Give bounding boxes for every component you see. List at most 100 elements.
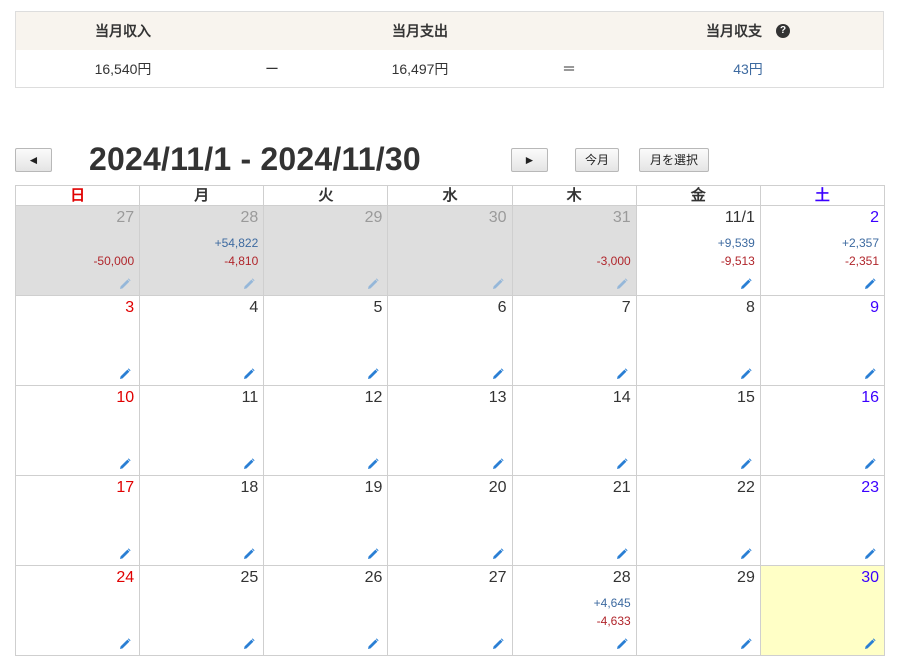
pencil-icon[interactable] xyxy=(243,367,255,379)
pencil-icon[interactable] xyxy=(864,457,876,469)
calendar-day-cell[interactable]: 16 xyxy=(759,385,886,476)
pencil-icon[interactable] xyxy=(367,277,380,289)
day-number: 19 xyxy=(364,479,383,496)
calendar-day-cell[interactable]: 28 +54,822 -4,810 xyxy=(139,205,265,296)
day-expense: -9,513 xyxy=(720,254,755,268)
pencil-icon[interactable] xyxy=(367,547,380,559)
calendar-day-cell[interactable]: 27 -50,000 xyxy=(14,205,141,296)
calendar-day-cell[interactable]: 3 xyxy=(14,295,141,386)
day-number: 23 xyxy=(861,479,879,496)
calendar-day-cell[interactable]: 28 +4,645 -4,633 xyxy=(511,565,637,656)
pencil-icon[interactable] xyxy=(492,277,504,289)
calendar-day-cell[interactable]: 6 xyxy=(387,295,513,386)
date-range-title: 2024/11/1 - 2024/11/30 xyxy=(89,141,421,177)
pencil-icon[interactable] xyxy=(616,457,628,469)
weekday-header: 木 xyxy=(511,185,637,206)
weekday-header-row: 日月火水木金土 xyxy=(14,185,886,206)
pencil-icon[interactable] xyxy=(243,277,255,289)
calendar-day-cell[interactable]: 15 xyxy=(635,385,761,476)
calendar-day-cell[interactable]: 27 xyxy=(387,565,513,656)
calendar-day-cell[interactable]: 18 xyxy=(139,475,265,566)
pencil-icon[interactable] xyxy=(492,367,504,379)
calendar-day-cell[interactable]: 31 -3,000 xyxy=(511,205,637,296)
pencil-icon[interactable] xyxy=(864,367,876,379)
calendar-day-cell[interactable]: 29 xyxy=(635,565,761,656)
pencil-icon[interactable] xyxy=(740,367,752,379)
pencil-icon[interactable] xyxy=(616,547,628,559)
prev-month-button[interactable]: ◄ xyxy=(15,148,52,172)
pencil-icon[interactable] xyxy=(740,457,752,469)
pencil-icon[interactable] xyxy=(740,637,752,649)
calendar-day-cell[interactable]: 5 xyxy=(263,295,389,386)
day-number: 30 xyxy=(861,569,879,586)
pencil-icon[interactable] xyxy=(616,367,628,379)
day-expense: -3,000 xyxy=(596,254,631,268)
day-income: +9,539 xyxy=(717,236,755,250)
pencil-icon[interactable] xyxy=(864,547,876,559)
equals-sign: ＝ xyxy=(562,61,576,77)
pencil-icon[interactable] xyxy=(367,637,380,649)
calendar-day-cell[interactable]: 12 xyxy=(263,385,389,476)
calendar-day-cell[interactable]: 10 xyxy=(14,385,141,476)
pencil-icon[interactable] xyxy=(243,547,255,559)
pencil-icon[interactable] xyxy=(119,367,131,379)
pencil-icon[interactable] xyxy=(492,547,504,559)
calendar-day-cell[interactable]: 30 xyxy=(759,565,886,656)
pencil-icon[interactable] xyxy=(492,637,504,649)
calendar-day-cell[interactable]: 9 xyxy=(759,295,886,386)
question-circle-icon[interactable]: ? xyxy=(776,24,790,39)
calendar-week-row: 10 11 12 13 14 15 16 xyxy=(14,385,886,476)
calendar-day-cell[interactable]: 26 xyxy=(263,565,389,656)
pencil-icon[interactable] xyxy=(367,367,380,379)
pencil-icon[interactable] xyxy=(119,547,131,559)
calendar-day-cell[interactable]: 29 xyxy=(263,205,389,296)
calendar-day-cell[interactable]: 30 xyxy=(387,205,513,296)
pencil-icon[interactable] xyxy=(616,637,628,649)
calendar-day-cell[interactable]: 21 xyxy=(511,475,637,566)
day-number: 22 xyxy=(737,479,755,496)
calendar-day-cell[interactable]: 13 xyxy=(387,385,513,476)
calendar-day-cell[interactable]: 22 xyxy=(635,475,761,566)
calendar-day-cell[interactable]: 17 xyxy=(14,475,141,566)
next-month-button[interactable]: ► xyxy=(511,148,548,172)
day-number: 25 xyxy=(240,569,259,586)
day-number: 27 xyxy=(488,569,507,586)
pencil-icon[interactable] xyxy=(119,457,131,469)
pencil-icon[interactable] xyxy=(119,637,131,649)
this-month-button[interactable]: 今月 xyxy=(575,148,619,172)
pencil-icon[interactable] xyxy=(740,277,752,289)
pencil-icon[interactable] xyxy=(740,547,752,559)
calendar-day-cell[interactable]: 24 xyxy=(14,565,141,656)
calendar-day-cell[interactable]: 25 xyxy=(139,565,265,656)
pencil-icon[interactable] xyxy=(864,277,876,289)
day-number: 20 xyxy=(488,479,507,496)
pencil-icon[interactable] xyxy=(119,277,131,289)
pencil-icon[interactable] xyxy=(243,457,255,469)
calendar-day-cell[interactable]: 14 xyxy=(511,385,637,476)
calendar-day-cell[interactable]: 19 xyxy=(263,475,389,566)
income-header: 当月収入 xyxy=(95,23,151,39)
expense-total: 16,497円 xyxy=(391,61,449,77)
day-number: 2 xyxy=(870,209,879,226)
pencil-icon[interactable] xyxy=(243,637,255,649)
calendar-day-cell[interactable]: 7 xyxy=(511,295,637,386)
day-number: 18 xyxy=(240,479,259,496)
day-income: +54,822 xyxy=(214,236,259,250)
pencil-icon[interactable] xyxy=(492,457,504,469)
calendar-day-cell[interactable]: 11 xyxy=(139,385,265,476)
calendar-day-cell[interactable]: 11/1 +9,539 -9,513 xyxy=(635,205,761,296)
calendar-day-cell[interactable]: 23 xyxy=(759,475,886,566)
weekday-header: 月 xyxy=(139,185,265,206)
day-number: 30 xyxy=(488,209,507,226)
pencil-icon[interactable] xyxy=(367,457,380,469)
weekday-header: 水 xyxy=(387,185,513,206)
day-number: 13 xyxy=(488,389,507,406)
calendar-day-cell[interactable]: 2 +2,357 -2,351 xyxy=(759,205,886,296)
pencil-icon[interactable] xyxy=(864,637,876,649)
calendar-day-cell[interactable]: 20 xyxy=(387,475,513,566)
day-number: 7 xyxy=(621,299,631,316)
pencil-icon[interactable] xyxy=(616,277,628,289)
select-month-button[interactable]: 月を選択 xyxy=(639,148,709,172)
calendar-day-cell[interactable]: 4 xyxy=(139,295,265,386)
calendar-day-cell[interactable]: 8 xyxy=(635,295,761,386)
